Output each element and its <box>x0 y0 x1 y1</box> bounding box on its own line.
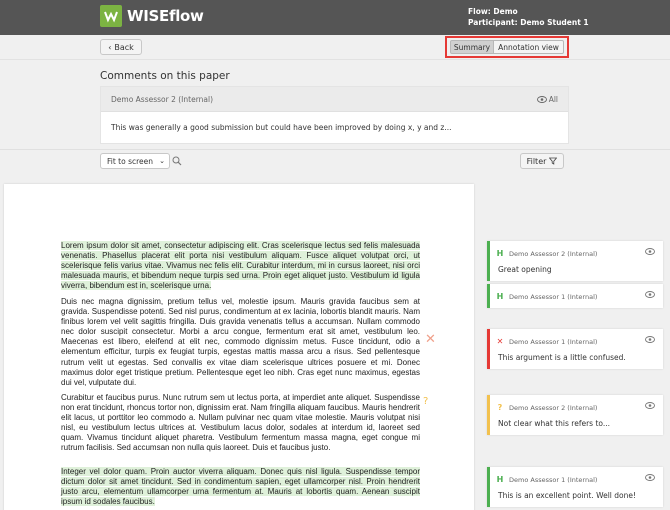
back-label: Back <box>114 42 134 52</box>
eye-icon <box>536 96 547 103</box>
annotation-text: This argument is a little confused. <box>498 353 626 362</box>
filter-label: Filter <box>526 156 547 166</box>
chevron-down-icon: ⌄ <box>159 157 165 165</box>
annotation-card[interactable]: H Demo Assessor 1 (Internal) <box>487 284 663 308</box>
zoom-value: Fit to screen <box>107 156 154 166</box>
flow-value: Demo <box>493 7 518 16</box>
comment-header: Demo Assessor 2 (Internal) All <box>101 87 568 112</box>
annotation-header: H Demo Assessor 2 (Internal) <box>496 249 598 258</box>
annotation-card[interactable]: ? Demo Assessor 2 (Internal) Not clear w… <box>487 395 663 435</box>
error-icon: ✕ <box>496 337 504 346</box>
annotation-text: This is an excellent point. Well done! <box>498 491 636 500</box>
highlight-icon: H <box>496 475 504 484</box>
document-page: Lorem ipsum dolor sit amet, consectetur … <box>4 184 474 510</box>
annotation-header: H Demo Assessor 1 (Internal) <box>496 292 598 301</box>
annotation-author: Demo Assessor 1 (Internal) <box>509 337 598 346</box>
divider <box>0 149 670 150</box>
annotation-header: ✕ Demo Assessor 1 (Internal) <box>496 337 598 346</box>
annotation-card[interactable]: H Demo Assessor 2 (Internal) Great openi… <box>487 241 663 281</box>
eye-icon[interactable] <box>645 248 655 255</box>
paragraph-4: Integer vel dolor quam. Proin auctor viv… <box>61 467 420 507</box>
visibility-toggle[interactable]: All <box>536 95 558 104</box>
comment-card: Demo Assessor 2 (Internal) All This was … <box>100 86 569 144</box>
comment-text: This was generally a good submission but… <box>111 123 452 132</box>
question-mark-icon[interactable]: ? <box>423 396 428 407</box>
participant-value: Demo Student 1 <box>520 18 589 27</box>
annotation-header: H Demo Assessor 1 (Internal) <box>496 475 598 484</box>
paragraph-2: Duis nec magna dignissim, pretium tellus… <box>61 297 420 387</box>
filter-button[interactable]: Filter <box>520 153 564 169</box>
annotation-author: Demo Assessor 2 (Internal) <box>509 403 598 412</box>
flow-label: Flow: <box>468 7 491 16</box>
annotation-text: Great opening <box>498 265 552 274</box>
flow-info: Flow: Demo Participant: Demo Student 1 <box>468 6 589 28</box>
annotation-card[interactable]: ✕ Demo Assessor 1 (Internal) This argume… <box>487 329 663 369</box>
comments-title: Comments on this paper <box>100 70 230 82</box>
annotation-card[interactable]: H Demo Assessor 1 (Internal) This is an … <box>487 467 663 507</box>
highlighted-text[interactable]: Integer vel dolor quam. Proin auctor viv… <box>61 467 420 507</box>
top-header: WISEflow Flow: Demo Participant: Demo St… <box>0 0 670 35</box>
search-icon[interactable] <box>172 156 182 168</box>
annotation-author: Demo Assessor 1 (Internal) <box>509 475 598 484</box>
annotation-view-tab[interactable]: Annotation view <box>494 40 564 54</box>
toolbar: ‹ Back Summary Annotation view <box>0 35 670 60</box>
annotation-text: Not clear what this refers to... <box>498 419 610 428</box>
logo-text: WISEflow <box>127 7 204 25</box>
comment-author: Demo Assessor 2 (Internal) <box>111 95 214 104</box>
zoom-select[interactable]: Fit to screen ⌄ <box>100 153 170 169</box>
paragraph-1: Lorem ipsum dolor sit amet, consectetur … <box>61 241 420 291</box>
participant-label: Participant: <box>468 18 518 27</box>
wiseflow-logo[interactable]: WISEflow <box>100 5 204 27</box>
annotation-header: ? Demo Assessor 2 (Internal) <box>496 403 598 412</box>
eye-icon[interactable] <box>645 291 655 298</box>
error-mark-icon[interactable]: ✕ <box>425 332 436 347</box>
chevron-left-icon: ‹ <box>108 42 112 52</box>
paragraph-3: Curabitur et faucibus purus. Nunc rutrum… <box>61 393 420 453</box>
annotation-author: Demo Assessor 2 (Internal) <box>509 249 598 258</box>
eye-icon[interactable] <box>645 474 655 481</box>
summary-tab[interactable]: Summary <box>450 40 494 54</box>
visibility-label: All <box>548 95 558 104</box>
highlighted-text[interactable]: Lorem ipsum dolor sit amet, consectetur … <box>61 241 420 291</box>
highlight-icon: H <box>496 249 504 258</box>
annotation-author: Demo Assessor 1 (Internal) <box>509 292 598 301</box>
eye-icon[interactable] <box>645 402 655 409</box>
highlight-icon: H <box>496 292 504 301</box>
view-toggle: Summary Annotation view <box>445 36 569 58</box>
filter-icon <box>549 157 558 165</box>
logo-mark-icon <box>100 5 122 27</box>
back-button[interactable]: ‹ Back <box>100 39 142 55</box>
question-icon: ? <box>497 403 503 412</box>
eye-icon[interactable] <box>645 336 655 343</box>
